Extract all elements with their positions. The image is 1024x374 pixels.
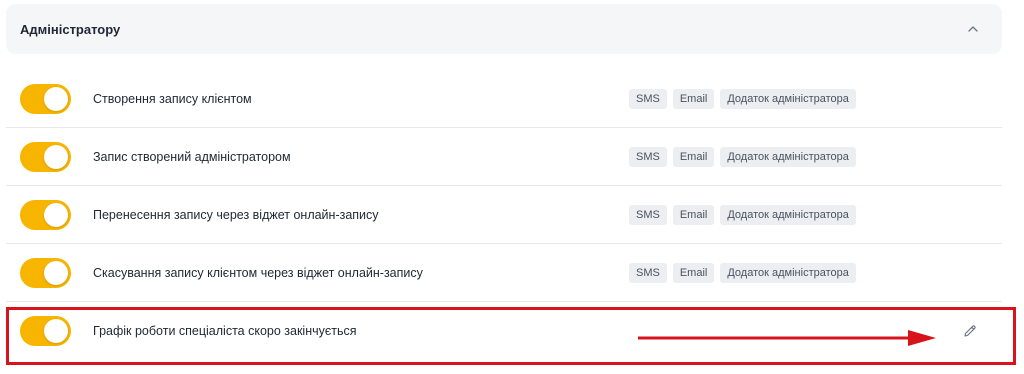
notification-label: Запис створений адміністратором xyxy=(93,149,291,164)
channel-tag-email: Email xyxy=(672,204,715,225)
toggle-knob xyxy=(44,260,68,285)
channel-tag-admin-app: Додаток адміністратора xyxy=(720,204,856,225)
notification-row: Скасування запису клієнтом через віджет … xyxy=(6,244,1002,302)
notification-label: Створення запису клієнтом xyxy=(93,91,252,106)
notification-list: Створення запису клієнтом SMS Email Дода… xyxy=(6,70,1002,360)
toggle-knob xyxy=(44,319,68,343)
toggle-knob xyxy=(44,202,68,227)
annotation-arrow xyxy=(638,330,936,346)
notification-toggle[interactable] xyxy=(20,83,71,114)
notification-label: Перенесення запису через віджет онлайн-з… xyxy=(93,207,379,222)
section-header-administrator[interactable]: Адміністратору xyxy=(6,4,1002,54)
chevron-up-icon[interactable] xyxy=(966,22,980,36)
channel-tag-admin-app: Додаток адміністратора xyxy=(720,146,856,167)
channel-tag-email: Email xyxy=(672,88,715,109)
channel-tag-email: Email xyxy=(672,262,715,283)
channel-tags: SMS Email Додаток адміністратора xyxy=(629,146,856,167)
channel-tag-admin-app: Додаток адміністратора xyxy=(720,262,856,283)
notification-toggle[interactable] xyxy=(20,199,71,230)
channel-tags: SMS Email Додаток адміністратора xyxy=(629,88,856,109)
section-title: Адміністратору xyxy=(20,21,121,37)
notification-label: Графік роботи спеціаліста скоро закінчує… xyxy=(93,324,357,338)
pencil-icon[interactable] xyxy=(962,323,978,339)
notification-toggle[interactable] xyxy=(20,141,71,172)
channel-tag-admin-app: Додаток адміністратора xyxy=(720,88,856,109)
channel-tag-sms: SMS xyxy=(629,88,667,109)
notification-row: Створення запису клієнтом SMS Email Дода… xyxy=(6,70,1002,128)
notification-label: Скасування запису клієнтом через віджет … xyxy=(93,265,423,280)
notification-row: Перенесення запису через віджет онлайн-з… xyxy=(6,186,1002,244)
channel-tag-sms: SMS xyxy=(629,262,667,283)
toggle-knob xyxy=(44,86,68,111)
toggle-knob xyxy=(44,144,68,169)
channel-tag-email: Email xyxy=(672,146,715,167)
channel-tags: SMS Email Додаток адміністратора xyxy=(629,204,856,225)
channel-tags: SMS Email Додаток адміністратора xyxy=(629,262,856,283)
notification-toggle[interactable] xyxy=(20,316,71,346)
channel-tag-sms: SMS xyxy=(629,204,667,225)
notification-row: Запис створений адміністратором SMS Emai… xyxy=(6,128,1002,186)
notification-toggle[interactable] xyxy=(20,257,71,288)
channel-tag-sms: SMS xyxy=(629,146,667,167)
